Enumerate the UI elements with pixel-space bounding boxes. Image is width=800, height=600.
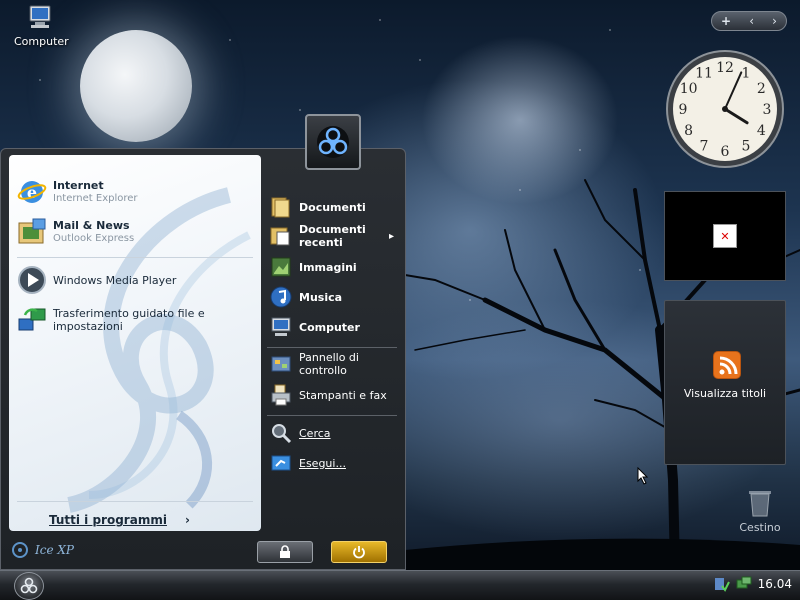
power-button[interactable] <box>331 541 387 563</box>
place-item-label: Immagini <box>299 260 357 274</box>
printer-icon <box>271 384 291 406</box>
control-panel-icon <box>271 356 291 372</box>
recent-item-label: Windows Media Player <box>53 273 177 287</box>
brand-logo: Ice XP <box>9 541 74 559</box>
place-item-label: Computer <box>299 320 360 334</box>
music-icon <box>270 286 292 308</box>
recycle-bin-icon <box>749 491 771 517</box>
clock-numeral: 1 <box>742 66 751 82</box>
separator <box>17 501 253 502</box>
clock-numeral: 4 <box>757 123 766 139</box>
clock-numeral: 12 <box>716 60 734 76</box>
clock-numeral: 2 <box>757 81 766 97</box>
clock-numeral: 10 <box>680 81 698 97</box>
brand-label: Ice XP <box>35 543 74 557</box>
all-programs-button[interactable]: Tutti i programmi › <box>49 513 190 527</box>
file-transfer-icon <box>18 308 46 331</box>
mouse-cursor-icon <box>637 467 649 485</box>
sidebar-add-button[interactable]: + <box>721 14 731 28</box>
sidebar-next-button[interactable]: › <box>772 14 777 28</box>
place-item-music[interactable]: Musica <box>269 285 342 309</box>
pinned-item-subtitle: Outlook Express <box>53 233 135 244</box>
biohazard-icon <box>20 577 38 594</box>
arrow-right-icon: › <box>184 513 190 527</box>
place-item-label: Musica <box>299 290 343 304</box>
feed-label: Visualizza titoli <box>683 387 767 400</box>
taskbar-clock[interactable]: 16.04 <box>758 577 792 591</box>
pictures-icon <box>271 257 291 277</box>
place-item-label: Documenti recenti <box>299 223 366 249</box>
clock-gadget[interactable]: 12 12 3 45678 9 1011 <box>664 48 786 170</box>
recent-item-media-player[interactable]: Windows Media Player <box>17 261 176 299</box>
taskbar <box>0 570 800 600</box>
tool-item-run[interactable]: Esegui... <box>269 451 346 475</box>
place-item-label: Documenti <box>299 200 366 214</box>
clock-numeral: 9 <box>679 102 688 118</box>
place-item-pictures[interactable]: Immagini <box>269 255 357 279</box>
separator <box>17 257 253 258</box>
settings-item-control-panel[interactable]: Pannello di controllo <box>269 351 389 377</box>
lock-button[interactable] <box>257 541 313 563</box>
tool-item-label: Esegui... <box>299 456 346 470</box>
separator <box>267 415 397 416</box>
clock-numeral: 11 <box>695 66 713 82</box>
submenu-arrow-icon: ▸ <box>389 230 395 242</box>
wallpaper-moon <box>80 30 192 142</box>
pinned-item-title: Mail & News <box>53 219 130 232</box>
settings-item-label: Pannello di controllo <box>299 351 359 377</box>
tool-item-label: Cerca <box>299 426 331 440</box>
settings-item-printers[interactable]: Stampanti e fax <box>269 383 387 407</box>
desktop-icon-label: Computer <box>14 35 69 48</box>
settings-item-label: Stampanti e fax <box>299 388 387 402</box>
pinned-item-internet[interactable]: e Internet Internet Explorer <box>17 173 138 211</box>
internet-explorer-icon: e <box>17 181 47 203</box>
media-player-icon <box>18 266 46 294</box>
slideshow-gadget[interactable]: ✕ <box>664 191 786 281</box>
clock-numeral: 5 <box>742 138 751 154</box>
pinned-item-title: Internet <box>53 179 104 192</box>
user-picture[interactable] <box>305 114 361 170</box>
start-menu: e Internet Internet Explorer Mail & News… <box>0 148 406 570</box>
computer-icon <box>29 5 51 28</box>
feed-gadget[interactable]: Visualizza titoli <box>664 300 786 465</box>
desktop-icon-label: Cestino <box>739 521 781 534</box>
start-button[interactable] <box>14 572 44 600</box>
lock-icon <box>280 545 290 558</box>
run-icon <box>271 455 291 471</box>
desktop-icon-recycle-bin[interactable]: Cestino <box>738 488 782 534</box>
recent-item-file-transfer[interactable]: Trasferimento guidato file e impostazion… <box>17 301 261 339</box>
clock-numeral: 6 <box>721 144 730 160</box>
recent-item-label: Trasferimento guidato file e impostazion… <box>53 307 205 333</box>
recent-documents-icon <box>270 227 290 246</box>
clock-numeral: 8 <box>684 123 693 139</box>
sidebar-prev-button[interactable]: ‹ <box>749 14 754 28</box>
power-icon <box>353 546 365 559</box>
biohazard-icon <box>317 126 349 158</box>
computer-icon <box>271 317 291 336</box>
search-icon <box>272 424 292 444</box>
documents-icon <box>271 197 290 218</box>
separator <box>267 347 397 348</box>
desktop-icon-computer[interactable]: Computer <box>14 4 69 48</box>
pinned-item-mail[interactable]: Mail & News Outlook Express <box>17 213 134 251</box>
security-center-icon[interactable] <box>714 576 730 592</box>
sidebar-toolbar: + ‹ › <box>711 11 787 31</box>
place-item-documents[interactable]: Documenti <box>269 195 366 219</box>
rss-icon <box>713 351 741 379</box>
place-item-computer[interactable]: Computer <box>269 315 360 339</box>
outlook-express-icon <box>18 218 46 244</box>
all-programs-label: Tutti i programmi <box>49 513 167 527</box>
place-item-recent-documents[interactable]: Documenti recenti ▸ <box>269 223 399 249</box>
clock-numeral: 7 <box>700 138 709 154</box>
system-tray: 16.04 <box>714 576 792 592</box>
tool-item-search[interactable]: Cerca <box>269 421 331 445</box>
broken-image-icon: ✕ <box>713 224 737 248</box>
pinned-item-subtitle: Internet Explorer <box>53 193 138 204</box>
start-menu-left-pane: e Internet Internet Explorer Mail & News… <box>9 155 261 531</box>
clock-numeral: 3 <box>763 102 772 118</box>
biohazard-icon <box>12 542 28 558</box>
network-icon[interactable] <box>736 576 752 592</box>
